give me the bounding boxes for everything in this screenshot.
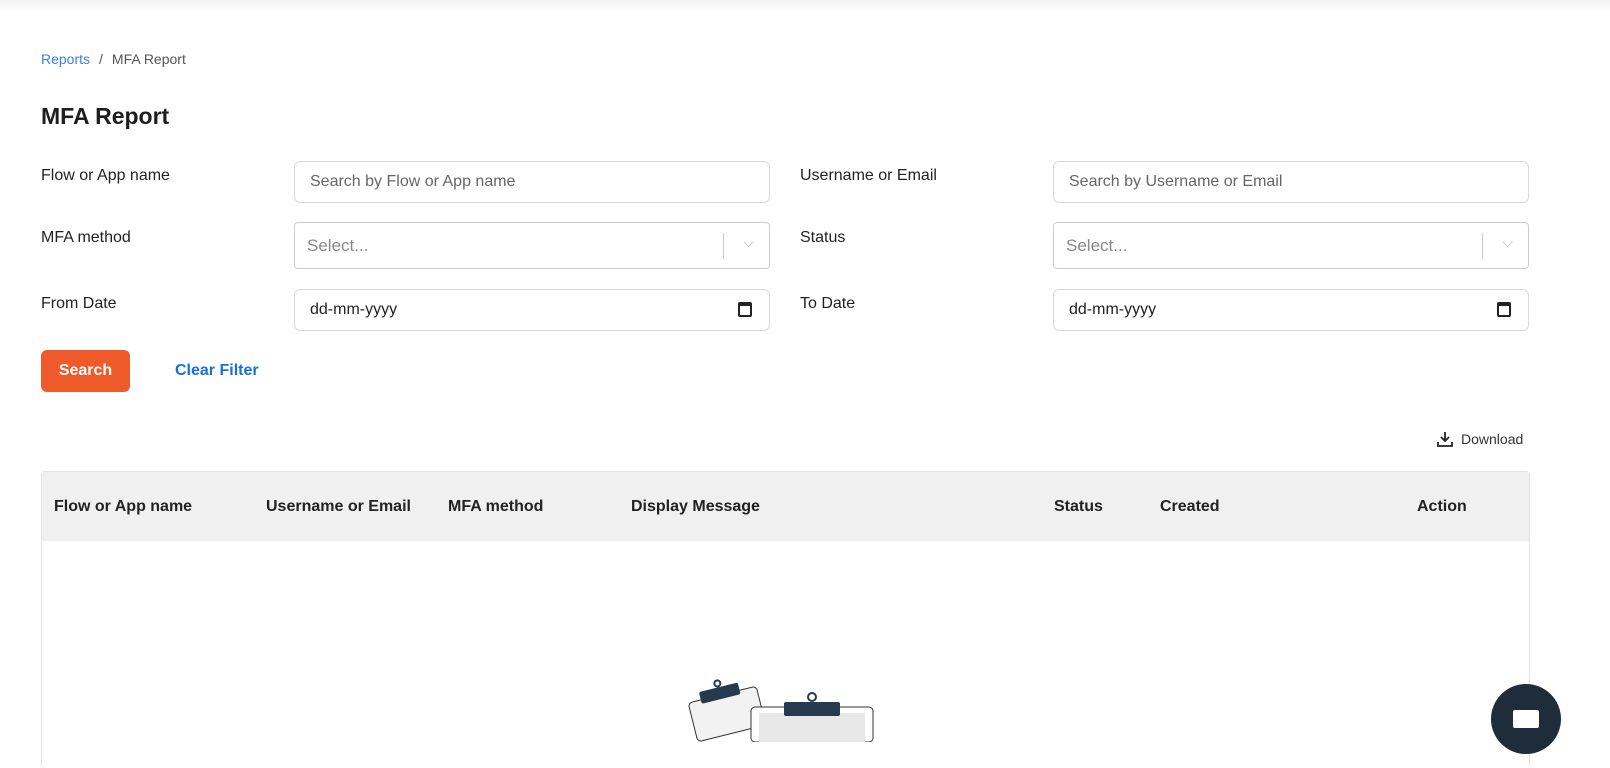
mfa-label: MFA method bbox=[41, 229, 131, 246]
breadcrumb-reports-link[interactable]: Reports bbox=[41, 51, 90, 67]
clear-filter-link[interactable]: Clear Filter bbox=[175, 362, 259, 380]
calendar-icon[interactable] bbox=[738, 302, 752, 317]
chevron-down-icon: ⌵ bbox=[743, 234, 754, 250]
report-table: Flow or App name Username or Email MFA m… bbox=[41, 471, 1530, 766]
status-select-value: Select... bbox=[1066, 235, 1128, 255]
breadcrumb: Reports / MFA Report bbox=[41, 51, 186, 67]
breadcrumb-separator: / bbox=[99, 51, 103, 67]
mail-icon bbox=[1513, 710, 1539, 728]
from-date-input[interactable]: dd-mm-yyyy bbox=[294, 289, 770, 331]
flow-placeholder: Search by Flow or App name bbox=[310, 173, 516, 190]
mfa-method-select[interactable]: Select... ⌵ bbox=[294, 222, 770, 269]
search-button[interactable]: Search bbox=[41, 350, 130, 392]
flow-search-input[interactable]: Search by Flow or App name bbox=[294, 161, 770, 203]
mfa-select-value: Select... bbox=[307, 235, 369, 255]
empty-clipboard-illustration bbox=[688, 679, 874, 742]
from-date-value: dd-mm-yyyy bbox=[310, 301, 398, 318]
user-label: Username or Email bbox=[800, 167, 937, 184]
table-header: Flow or App name Username or Email MFA m… bbox=[42, 472, 1529, 541]
page-title: MFA Report bbox=[41, 103, 170, 129]
flow-label: Flow or App name bbox=[41, 167, 170, 184]
col-action[interactable]: Action bbox=[1417, 498, 1467, 516]
status-label: Status bbox=[800, 229, 846, 246]
download-icon bbox=[1437, 432, 1453, 447]
col-flow[interactable]: Flow or App name bbox=[54, 498, 192, 516]
col-message[interactable]: Display Message bbox=[631, 498, 760, 516]
col-created[interactable]: Created bbox=[1160, 498, 1220, 516]
contact-mail-button[interactable] bbox=[1491, 684, 1561, 754]
to-date-input[interactable]: dd-mm-yyyy bbox=[1053, 289, 1529, 331]
user-placeholder: Search by Username or Email bbox=[1069, 173, 1283, 190]
col-mfa[interactable]: MFA method bbox=[448, 498, 543, 516]
to-date-label: To Date bbox=[800, 295, 856, 312]
download-button[interactable]: Download bbox=[1437, 431, 1523, 447]
col-user[interactable]: Username or Email bbox=[266, 498, 411, 516]
chevron-down-icon: ⌵ bbox=[1502, 234, 1513, 250]
download-label: Download bbox=[1461, 431, 1524, 447]
to-date-value: dd-mm-yyyy bbox=[1069, 301, 1157, 318]
top-bar bbox=[0, 0, 1610, 12]
col-status[interactable]: Status bbox=[1054, 498, 1103, 516]
user-search-input[interactable]: Search by Username or Email bbox=[1053, 161, 1529, 203]
status-select[interactable]: Select... ⌵ bbox=[1053, 222, 1529, 269]
breadcrumb-current: MFA Report bbox=[111, 51, 186, 67]
calendar-icon[interactable] bbox=[1497, 302, 1511, 317]
from-date-label: From Date bbox=[41, 295, 117, 312]
